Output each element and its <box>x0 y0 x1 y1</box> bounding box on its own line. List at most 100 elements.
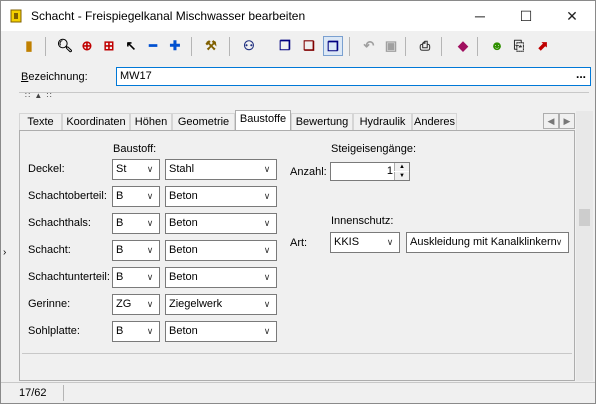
innenschutz-select[interactable]: Auskleidung mit Kanalklinkern ∨ <box>406 232 569 253</box>
chevron-down-icon: ∨ <box>263 218 271 228</box>
toolbar-separator <box>477 37 478 56</box>
chevron-down-icon: ∨ <box>146 191 154 201</box>
toolbar-separator <box>405 37 406 56</box>
network-icon[interactable]: ⚇ <box>239 36 259 56</box>
chevron-down-icon: ∨ <box>263 164 271 174</box>
status-bar: 17/62 <box>1 382 595 403</box>
scrollbar-thumb[interactable] <box>579 209 590 226</box>
baustoff-code-value: B <box>116 325 124 337</box>
toolbar-separator <box>229 37 230 56</box>
bezeichnung-input[interactable]: MW17 ... <box>116 67 591 86</box>
baustoff-material-value: Stahl <box>169 163 195 175</box>
baustoff-material-select[interactable]: Beton ∨ <box>165 186 277 207</box>
plus-icon[interactable]: ✚ <box>165 36 185 56</box>
baustoff-material-value: Beton <box>169 217 198 229</box>
baustoff-material-value: Beton <box>169 271 198 283</box>
browse-button[interactable]: ... <box>573 68 589 84</box>
chart-icon[interactable]: ⬈ <box>533 36 553 56</box>
status-divider <box>63 385 64 401</box>
toolbar-separator <box>441 37 442 56</box>
baustoff-code-select[interactable]: ZG ∨ <box>112 294 160 315</box>
tab-koordinaten[interactable]: Koordinaten <box>62 113 130 130</box>
chevron-down-icon: ∨ <box>263 326 271 336</box>
bezeichnung-value: MW17 <box>120 70 152 82</box>
chevron-down-icon: ∨ <box>263 272 271 282</box>
baustoff-code-select[interactable]: B ∨ <box>112 240 160 261</box>
chevron-down-icon: ∨ <box>263 245 271 255</box>
splitter[interactable]: ∷ ▲ ∷ <box>19 91 589 105</box>
window-close-icon[interactable]: ❏ <box>299 36 319 56</box>
tab-hydraulik[interactable]: Hydraulik <box>353 113 412 130</box>
maximize-button[interactable]: ☐ <box>503 1 549 31</box>
baustoff-material-select[interactable]: Beton ∨ <box>165 321 277 342</box>
baustoff-material-select[interactable]: Ziegelwerk ∨ <box>165 294 277 315</box>
minimize-button[interactable]: ─ <box>457 1 503 31</box>
baustoff-code-value: B <box>116 190 124 202</box>
chevron-down-icon: ∨ <box>386 237 394 247</box>
user-icon[interactable]: ☻ <box>487 36 507 56</box>
baustoff-material-select[interactable]: Beton ∨ <box>165 267 277 288</box>
chevron-down-icon: ∨ <box>555 237 563 247</box>
chevron-down-icon: ∨ <box>146 218 154 228</box>
baustoff-code-value: B <box>116 271 124 283</box>
baustoff-code-value: B <box>116 244 124 256</box>
tab-anderes[interactable]: Anderes <box>412 113 457 130</box>
document-icon[interactable]: ⎘ <box>509 36 529 56</box>
crosshair-icon[interactable]: ⊞ <box>99 36 119 56</box>
tab-geometrie[interactable]: Geometrie <box>172 113 235 130</box>
tab-scroll-right-button[interactable]: ▶ <box>559 113 575 129</box>
innenschutz-code-value: KKIS <box>334 236 360 248</box>
exit-icon[interactable]: ▮ <box>19 36 39 56</box>
baustoff-material-select[interactable]: Beton ∨ <box>165 240 277 261</box>
innenschutz-code-select[interactable]: KKIS ∨ <box>330 232 400 253</box>
pointer-icon[interactable]: ↖ <box>121 36 141 56</box>
baustoff-code-select[interactable]: B ∨ <box>112 321 160 342</box>
undo-icon[interactable]: ↶ <box>359 36 379 56</box>
spin-down-icon[interactable]: ▼ <box>394 172 409 180</box>
tools-icon[interactable]: ⚒ <box>201 36 221 56</box>
baustoff-code-select[interactable]: B ∨ <box>112 186 160 207</box>
tab-scroll-left-button[interactable]: ◀ <box>543 113 559 129</box>
splitter-grip-icon: ∷ ▲ ∷ <box>25 91 53 100</box>
minus-icon[interactable]: ━ <box>143 36 163 56</box>
chevron-down-icon: ∨ <box>146 326 154 336</box>
spin-up-icon[interactable]: ▲ <box>394 163 409 171</box>
book-icon[interactable]: ◆ <box>453 36 473 56</box>
close-button[interactable]: ✕ <box>549 1 595 31</box>
baustoff-row-label: Sohlplatte: <box>28 325 80 337</box>
toolbar: ▮ 🔍︎ ⊕ ⊞ ↖ ━ ✚ ⚒ ⚇ ❐ ❏ ❐ ↶ ▣ ⎙ ◆ ☻ ⎘ ⬈ <box>7 32 589 62</box>
bezeichnung-label: Bezeichnung: <box>21 71 88 83</box>
panel-divider <box>22 353 572 354</box>
baustoff-code-select[interactable]: B ∨ <box>112 267 160 288</box>
steigeisen-header: Steigeisengänge: <box>331 143 417 155</box>
baustoff-material-value: Ziegelwerk <box>169 298 223 310</box>
zoom-icon[interactable]: 🔍︎ <box>55 36 75 56</box>
anzahl-stepper[interactable]: 1 ▲ ▼ <box>330 162 410 181</box>
innenschutz-value: Auskleidung mit Kanalklinkern <box>410 236 557 248</box>
title-bar: Schacht - Freispiegelkanal Mischwasser b… <box>1 1 595 31</box>
tab-hoehen[interactable]: Höhen <box>130 113 172 130</box>
tab-bewertung[interactable]: Bewertung <box>291 113 353 130</box>
tab-texte[interactable]: Texte <box>19 113 62 130</box>
zoom-target-icon[interactable]: ⊕ <box>77 36 97 56</box>
window-cascade-icon[interactable]: ❐ <box>323 36 343 56</box>
print-icon[interactable]: ⎙ <box>415 36 435 56</box>
tab-baustoffe[interactable]: Baustoffe <box>235 110 291 130</box>
window-stack-icon[interactable]: ❐ <box>275 36 295 56</box>
anzahl-value: 1 <box>386 165 393 177</box>
side-expand-icon[interactable]: › <box>3 247 6 258</box>
window-title: Schacht - Freispiegelkanal Mischwasser b… <box>31 9 306 23</box>
save-icon[interactable]: ▣ <box>381 36 401 56</box>
baustoff-code-select[interactable]: St ∨ <box>112 159 160 180</box>
baustoff-material-value: Beton <box>169 325 198 337</box>
vertical-scrollbar[interactable] <box>576 111 593 381</box>
baustoff-material-select[interactable]: Stahl ∨ <box>165 159 277 180</box>
baustoff-row-label: Gerinne: <box>28 298 71 310</box>
toolbar-separator <box>349 37 350 56</box>
baustoff-row-label: Deckel: <box>28 163 65 175</box>
chevron-down-icon: ∨ <box>263 191 271 201</box>
chevron-down-icon: ∨ <box>146 272 154 282</box>
baustoff-material-select[interactable]: Beton ∨ <box>165 213 277 234</box>
chevron-down-icon: ∨ <box>146 164 154 174</box>
baustoff-code-select[interactable]: B ∨ <box>112 213 160 234</box>
